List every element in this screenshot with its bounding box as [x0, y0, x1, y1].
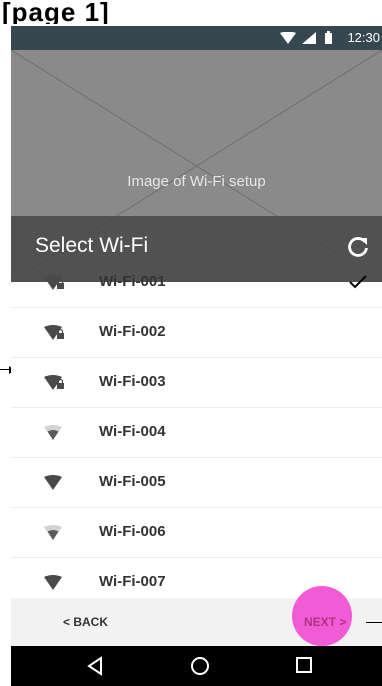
wifi-full-signal-icon	[44, 575, 62, 590]
wifi-full-signal-icon	[44, 475, 62, 490]
wifi-list-item[interactable]: Wi-Fi-003	[11, 358, 382, 408]
wifi-network-name: Wi-Fi-005	[99, 473, 166, 490]
wifi-medium-signal-icon	[44, 425, 62, 440]
wifi-list-item[interactable]: Wi-Fi-004	[11, 408, 382, 458]
next-button[interactable]: NEXT >	[304, 615, 346, 629]
recents-square-icon[interactable]	[295, 656, 313, 674]
wifi-network-name: Wi-Fi-001	[99, 273, 166, 290]
phone-screen: 12:30 Image of Wi-Fi setup Select Wi-Fi …	[11, 26, 382, 686]
wifi-network-name: Wi-Fi-004	[99, 423, 166, 440]
wifi-medium-signal-icon	[44, 525, 62, 540]
wifi-network-name: Wi-Fi-003	[99, 373, 166, 390]
wifi-list-item[interactable]: Wi-Fi-006	[11, 508, 382, 558]
refresh-icon[interactable]	[346, 235, 370, 259]
wifi-list-item[interactable]: Wi-Fi-002	[11, 308, 382, 358]
page-title: Select Wi-Fi	[35, 234, 149, 257]
hero-image-placeholder: Image of Wi-Fi setup Select Wi-Fi	[11, 50, 382, 282]
wifi-secured-signal-icon	[44, 375, 64, 390]
wifi-network-name: Wi-Fi-007	[99, 573, 166, 590]
hero-caption: Image of Wi-Fi setup	[127, 173, 266, 190]
status-bar: 12:30	[11, 26, 382, 50]
wifi-secured-signal-icon	[44, 275, 64, 290]
wifi-list-item[interactable]: Wi-Fi-005	[11, 458, 382, 508]
wifi-secured-signal-icon	[44, 325, 64, 340]
back-button[interactable]: < BACK	[63, 615, 108, 629]
footer-bar: < BACK NEXT >	[11, 586, 382, 646]
wifi-list-item[interactable]: Wi-Fi-001	[11, 258, 382, 308]
wifi-network-name: Wi-Fi-006	[99, 523, 166, 540]
wifi-network-list: Wi-Fi-001 Wi-Fi-002 Wi-Fi-003 Wi-Fi-004 …	[11, 258, 382, 608]
wifi-status-icon	[280, 32, 296, 44]
home-circle-icon[interactable]	[190, 656, 210, 676]
back-triangle-icon[interactable]	[86, 656, 104, 676]
battery-icon	[325, 31, 332, 44]
wifi-network-name: Wi-Fi-002	[99, 323, 166, 340]
status-time: 12:30	[347, 30, 380, 45]
page-label: [page 1]	[2, 0, 110, 24]
checkmark-icon	[349, 275, 367, 289]
android-nav-bar	[11, 646, 382, 686]
cell-signal-icon	[302, 32, 316, 44]
annotation-connector-line	[366, 622, 382, 623]
